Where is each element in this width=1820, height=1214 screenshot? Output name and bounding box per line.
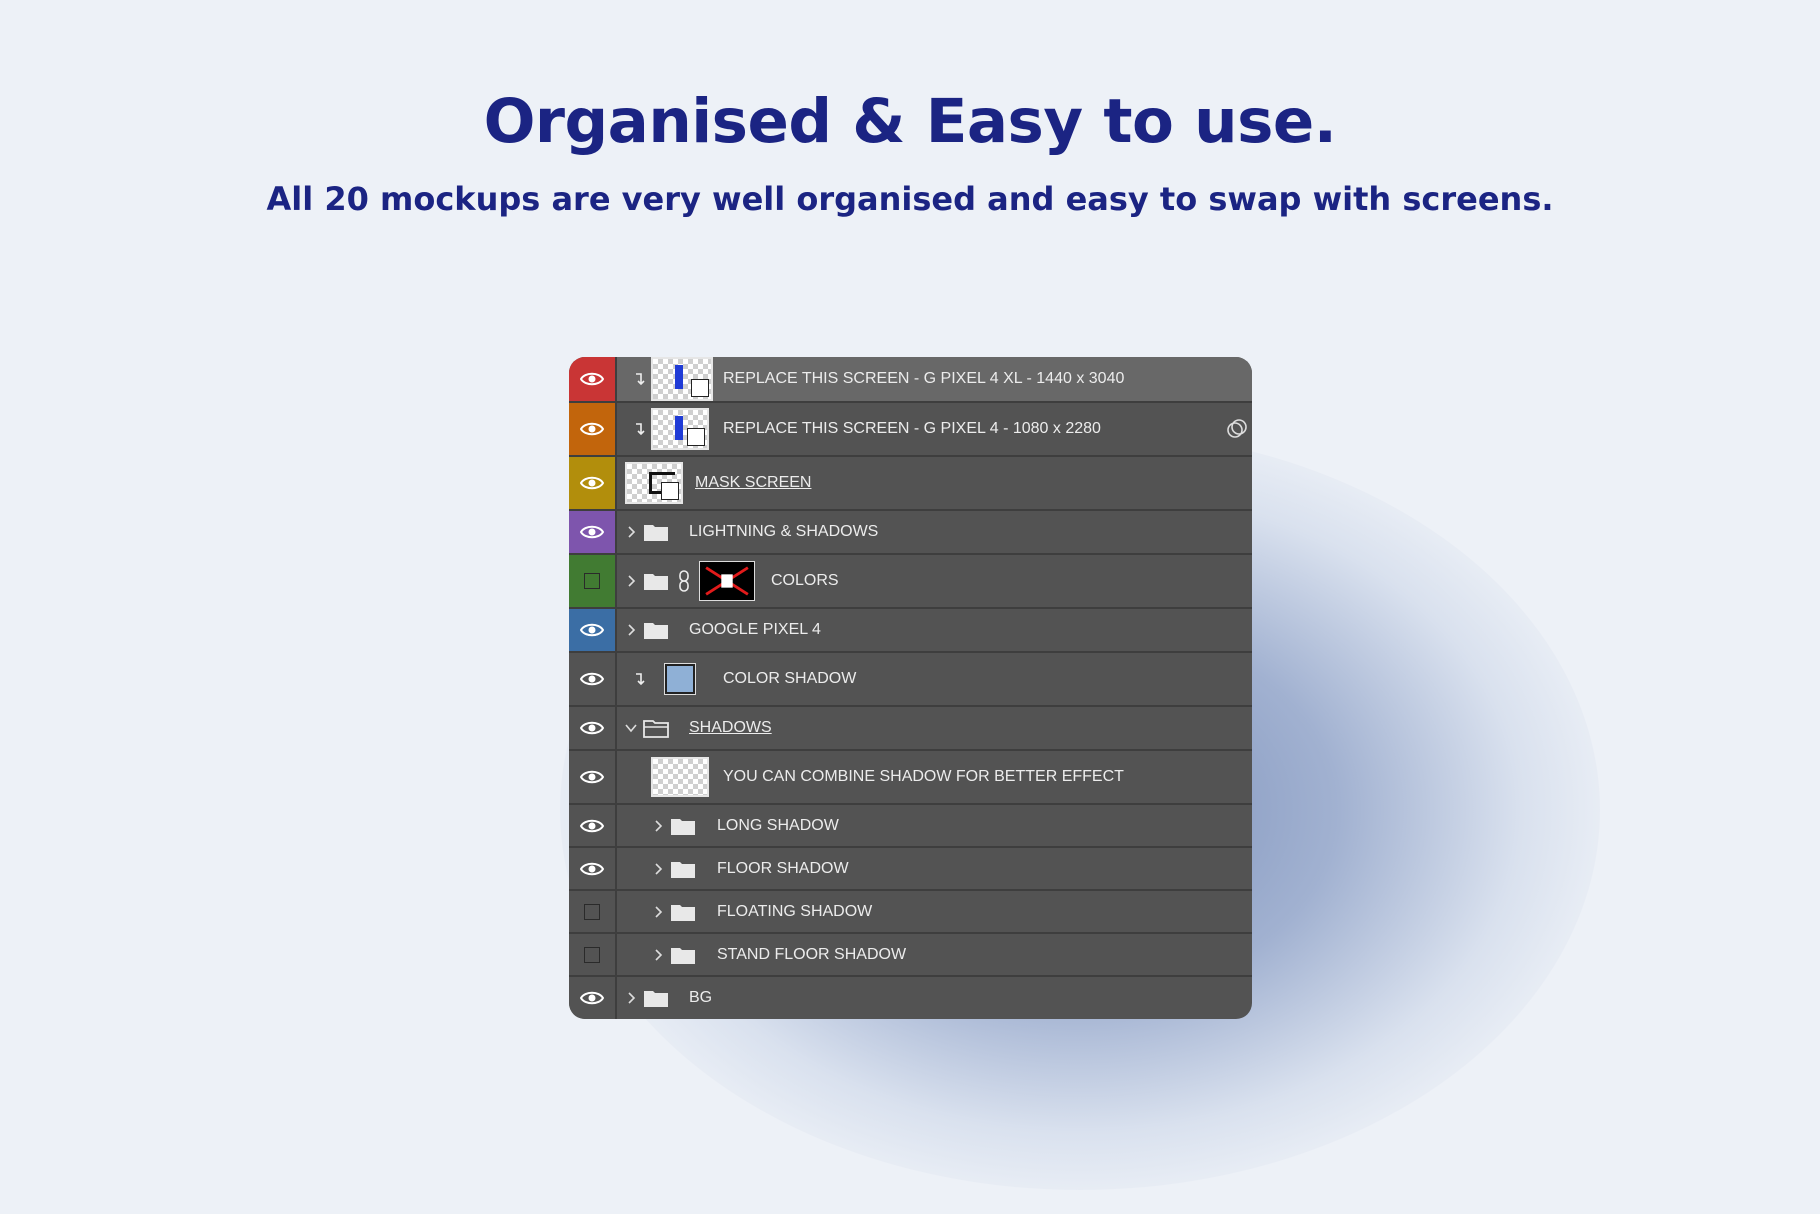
layer-name: SHADOWS <box>689 719 772 736</box>
layer-row-stand-floor-shadow[interactable]: STAND FLOOR SHADOW <box>569 934 1252 977</box>
page-subtitle: All 20 mockups are very well organised a… <box>266 180 1554 218</box>
layer-name: COLORS <box>771 572 839 589</box>
empty-box-icon <box>584 903 600 920</box>
chevron-right-icon[interactable] <box>626 525 636 539</box>
layer-name: REPLACE THIS SCREEN - G PIXEL 4 - 1080 x… <box>723 420 1101 437</box>
layer-visibility-toggle[interactable] <box>569 707 617 749</box>
chevron-down-icon[interactable] <box>624 723 638 733</box>
screen-preview <box>675 416 683 440</box>
smart-object-icon <box>691 379 709 397</box>
layer-row-floating-shadow[interactable]: FLOATING SHADOW <box>569 891 1252 934</box>
eye-icon <box>580 770 604 784</box>
folder-icon <box>671 947 695 964</box>
eye-icon <box>580 372 604 386</box>
chevron-right-icon[interactable] <box>626 991 636 1005</box>
layer-visibility-toggle[interactable] <box>569 511 617 553</box>
layer-name: BG <box>689 989 713 1006</box>
folder-icon <box>644 991 668 1007</box>
eye-icon <box>580 623 604 637</box>
empty-box-icon <box>584 946 600 963</box>
folder-icon <box>671 904 695 921</box>
chevron-right-icon[interactable] <box>653 905 663 919</box>
layer-row-replace-screen[interactable]: REPLACE THIS SCREEN - G PIXEL 4 - 1080 x… <box>569 403 1252 457</box>
layer-row-combine-shadow[interactable]: YOU CAN COMBINE SHADOW FOR BETTER EFFECT <box>569 751 1252 805</box>
layer-row-bg[interactable]: BG <box>569 977 1252 1019</box>
layer-row-lightning-shadows[interactable]: LIGHTNING & SHADOWS <box>569 511 1252 555</box>
layer-visibility-toggle[interactable] <box>569 891 617 932</box>
transparent-layer-thumbnail <box>651 757 709 797</box>
layers-panel: REPLACE THIS SCREEN - G PIXEL 4 XL - 144… <box>569 357 1252 1019</box>
folder-icon <box>644 525 668 541</box>
chevron-right-icon[interactable] <box>653 948 663 962</box>
layer-row-colors[interactable]: COLORS <box>569 555 1252 609</box>
eye-icon <box>580 422 604 436</box>
page-title: Organised & Easy to use. <box>483 86 1337 157</box>
folder-open-icon <box>643 720 669 738</box>
layer-name: GOOGLE PIXEL 4 <box>689 621 821 638</box>
smart-filter-icon <box>1227 419 1247 438</box>
eye-icon <box>580 862 604 875</box>
layer-row-mask-screen[interactable]: MASK SCREEN <box>569 457 1252 511</box>
layer-visibility-toggle[interactable] <box>569 848 617 889</box>
layer-row-shadows[interactable]: SHADOWS <box>569 707 1252 751</box>
layer-visibility-toggle[interactable] <box>569 805 617 846</box>
layer-row-color-shadow[interactable]: COLOR SHADOW <box>569 653 1252 707</box>
folder-icon <box>671 861 695 878</box>
color-swatch-thumbnail <box>664 663 696 695</box>
eye-icon <box>580 819 604 832</box>
layer-row-long-shadow[interactable]: LONG SHADOW <box>569 805 1252 848</box>
layer-visibility-toggle[interactable] <box>569 977 617 1019</box>
layer-row-google-pixel-4[interactable]: GOOGLE PIXEL 4 <box>569 609 1252 653</box>
chevron-right-icon[interactable] <box>626 574 636 588</box>
layer-name: STAND FLOOR SHADOW <box>717 945 907 963</box>
layer-name: FLOATING SHADOW <box>717 902 873 920</box>
clipping-mask-arrow-icon <box>636 673 645 686</box>
layer-name: COLOR SHADOW <box>723 670 857 687</box>
folder-icon <box>644 574 668 590</box>
layer-mask-thumbnail <box>699 561 755 601</box>
eye-icon <box>580 525 604 539</box>
mask-thumbnail <box>625 462 683 504</box>
chevron-right-icon[interactable] <box>626 623 636 637</box>
layer-visibility-toggle[interactable] <box>569 357 617 401</box>
layer-name: REPLACE THIS SCREEN - G PIXEL 4 XL - 144… <box>723 370 1125 387</box>
layer-visibility-toggle[interactable] <box>569 403 617 455</box>
chain-link-icon <box>679 570 689 592</box>
layer-visibility-toggle[interactable] <box>569 555 617 607</box>
layer-visibility-toggle[interactable] <box>569 653 617 705</box>
eye-icon <box>580 721 604 735</box>
clipping-mask-arrow-icon <box>636 373 645 386</box>
layer-name: LONG SHADOW <box>717 816 839 834</box>
layer-row-replace-screen-xl[interactable]: REPLACE THIS SCREEN - G PIXEL 4 XL - 144… <box>569 357 1252 403</box>
chevron-right-icon[interactable] <box>653 819 663 833</box>
eye-icon <box>580 672 604 686</box>
smart-object-icon <box>661 482 679 500</box>
eye-icon <box>580 476 604 490</box>
mask-preview <box>705 566 749 596</box>
folder-icon <box>671 818 695 835</box>
smart-object-icon <box>687 428 705 446</box>
layer-visibility-toggle[interactable] <box>569 934 617 975</box>
layer-name: YOU CAN COMBINE SHADOW FOR BETTER EFFECT <box>723 768 1124 785</box>
chevron-right-icon[interactable] <box>653 862 663 876</box>
folder-icon <box>644 623 668 639</box>
smart-object-thumbnail <box>651 357 713 401</box>
clipping-mask-arrow-icon <box>636 423 645 436</box>
layer-visibility-toggle[interactable] <box>569 609 617 651</box>
layer-visibility-toggle[interactable] <box>569 751 617 803</box>
screen-preview <box>675 365 683 389</box>
layer-name: LIGHTNING & SHADOWS <box>689 523 879 540</box>
eye-icon <box>580 991 604 1005</box>
layer-visibility-toggle[interactable] <box>569 457 617 509</box>
smart-object-thumbnail <box>651 408 709 450</box>
empty-box-icon <box>584 573 600 589</box>
layer-row-floor-shadow[interactable]: FLOOR SHADOW <box>569 848 1252 891</box>
layer-name: MASK SCREEN <box>695 474 812 491</box>
layer-name: FLOOR SHADOW <box>717 859 849 877</box>
